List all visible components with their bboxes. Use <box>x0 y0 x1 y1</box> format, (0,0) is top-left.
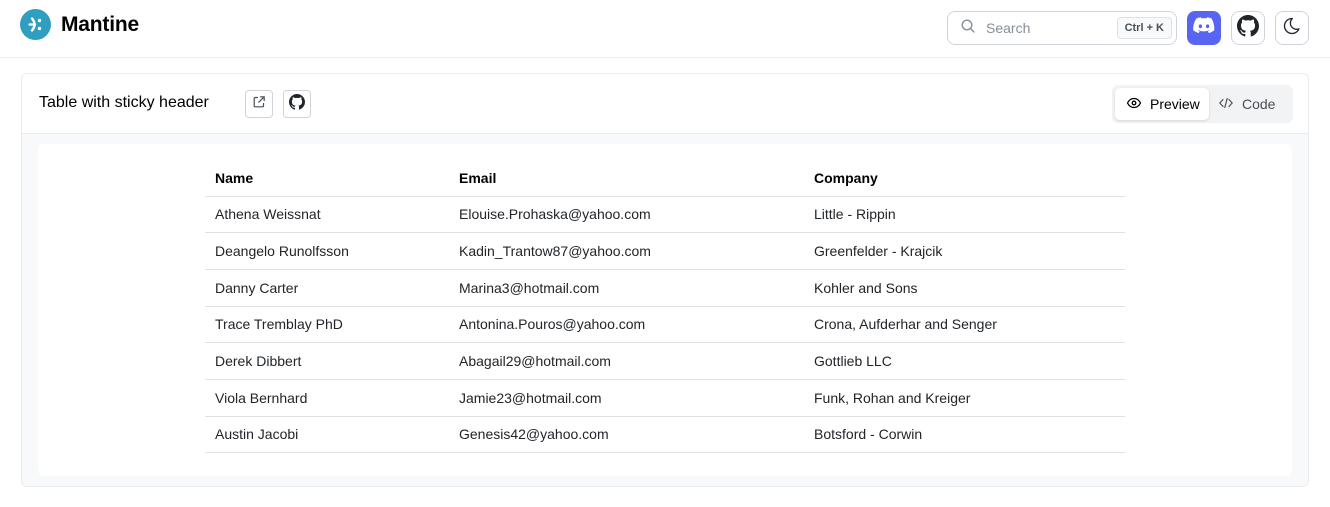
demo-github-button[interactable] <box>283 90 311 118</box>
cell-company: Gottlieb LLC <box>804 342 1125 380</box>
search-icon <box>960 18 976 39</box>
demo-card-body: Name Email Company Athena Weissnat Eloui… <box>22 134 1308 486</box>
table-header: Name Email Company <box>205 160 1125 197</box>
open-in-new-tab-button[interactable] <box>245 90 273 118</box>
github-icon <box>289 93 305 115</box>
demo-card: Table with sticky header Preview Code Na… <box>21 73 1309 487</box>
moon-icon <box>1282 16 1302 41</box>
external-link-icon <box>252 95 266 114</box>
cell-name: Trace Tremblay PhD <box>205 306 449 344</box>
search-placeholder: Search <box>986 20 1031 36</box>
cell-company: Botsford - Corwin <box>804 416 1125 454</box>
cell-name: Austin Jacobi <box>205 416 449 454</box>
cell-email: Genesis42@yahoo.com <box>449 416 804 454</box>
cell-company: Funk, Rohan and Kreiger <box>804 379 1125 417</box>
cell-email: Abagail29@hotmail.com <box>449 342 804 380</box>
cell-email: Elouise.Prohaska@yahoo.com <box>449 196 804 234</box>
table-row: Deangelo Runolfsson Kadin_Trantow87@yaho… <box>205 232 1125 270</box>
preview-code-toggle: Preview Code <box>1112 85 1293 123</box>
cell-name: Danny Carter <box>205 269 449 307</box>
search-shortcut-badge: Ctrl + K <box>1116 17 1172 39</box>
table-row: Viola Bernhard Jamie23@hotmail.com Funk,… <box>205 379 1125 417</box>
discord-button[interactable] <box>1187 11 1221 45</box>
table-row: Danny Carter Marina3@hotmail.com Kohler … <box>205 269 1125 307</box>
brand-logo[interactable]: Mantine <box>20 9 139 40</box>
eye-icon <box>1126 95 1142 114</box>
cell-email: Antonina.Pouros@yahoo.com <box>449 306 804 344</box>
column-header-email: Email <box>449 160 804 197</box>
tab-preview[interactable]: Preview <box>1115 88 1209 120</box>
cell-company: Crona, Aufderhar and Senger <box>804 306 1125 344</box>
cell-email: Kadin_Trantow87@yahoo.com <box>449 232 804 270</box>
cell-name: Athena Weissnat <box>205 196 449 234</box>
tab-code-label: Code <box>1242 96 1276 112</box>
column-header-company: Company <box>804 160 1125 197</box>
cell-email: Jamie23@hotmail.com <box>449 379 804 417</box>
cell-company: Little - Rippin <box>804 196 1125 234</box>
tab-preview-label: Preview <box>1150 96 1200 112</box>
table-body: Athena Weissnat Elouise.Prohaska@yahoo.c… <box>205 196 1125 454</box>
preview-area: Name Email Company Athena Weissnat Eloui… <box>38 144 1292 476</box>
mantine-logo-icon <box>20 9 51 40</box>
color-scheme-toggle[interactable] <box>1275 11 1309 45</box>
table-row: Athena Weissnat Elouise.Prohaska@yahoo.c… <box>205 196 1125 234</box>
top-header: Mantine Search Ctrl + K <box>0 0 1330 58</box>
brand-name: Mantine <box>61 12 139 36</box>
tab-code[interactable]: Code <box>1209 88 1275 120</box>
cell-company: Greenfelder - Krajcik <box>804 232 1125 270</box>
github-icon <box>1237 14 1259 42</box>
cell-company: Kohler and Sons <box>804 269 1125 307</box>
table-row: Austin Jacobi Genesis42@yahoo.com Botsfo… <box>205 416 1125 454</box>
discord-icon <box>1193 17 1215 39</box>
table-row: Derek Dibbert Abagail29@hotmail.com Gott… <box>205 342 1125 380</box>
table-row: Trace Tremblay PhD Antonina.Pouros@yahoo… <box>205 306 1125 344</box>
github-button[interactable] <box>1231 11 1265 45</box>
users-table: Name Email Company Athena Weissnat Eloui… <box>205 160 1125 454</box>
demo-card-header: Table with sticky header Preview Code <box>22 74 1308 134</box>
cell-email: Marina3@hotmail.com <box>449 269 804 307</box>
demo-title: Table with sticky header <box>39 94 209 111</box>
cell-name: Deangelo Runolfsson <box>205 232 449 270</box>
code-icon <box>1218 95 1234 114</box>
cell-name: Derek Dibbert <box>205 342 449 380</box>
column-header-name: Name <box>205 160 449 197</box>
search-input[interactable]: Search Ctrl + K <box>947 11 1177 45</box>
cell-name: Viola Bernhard <box>205 379 449 417</box>
